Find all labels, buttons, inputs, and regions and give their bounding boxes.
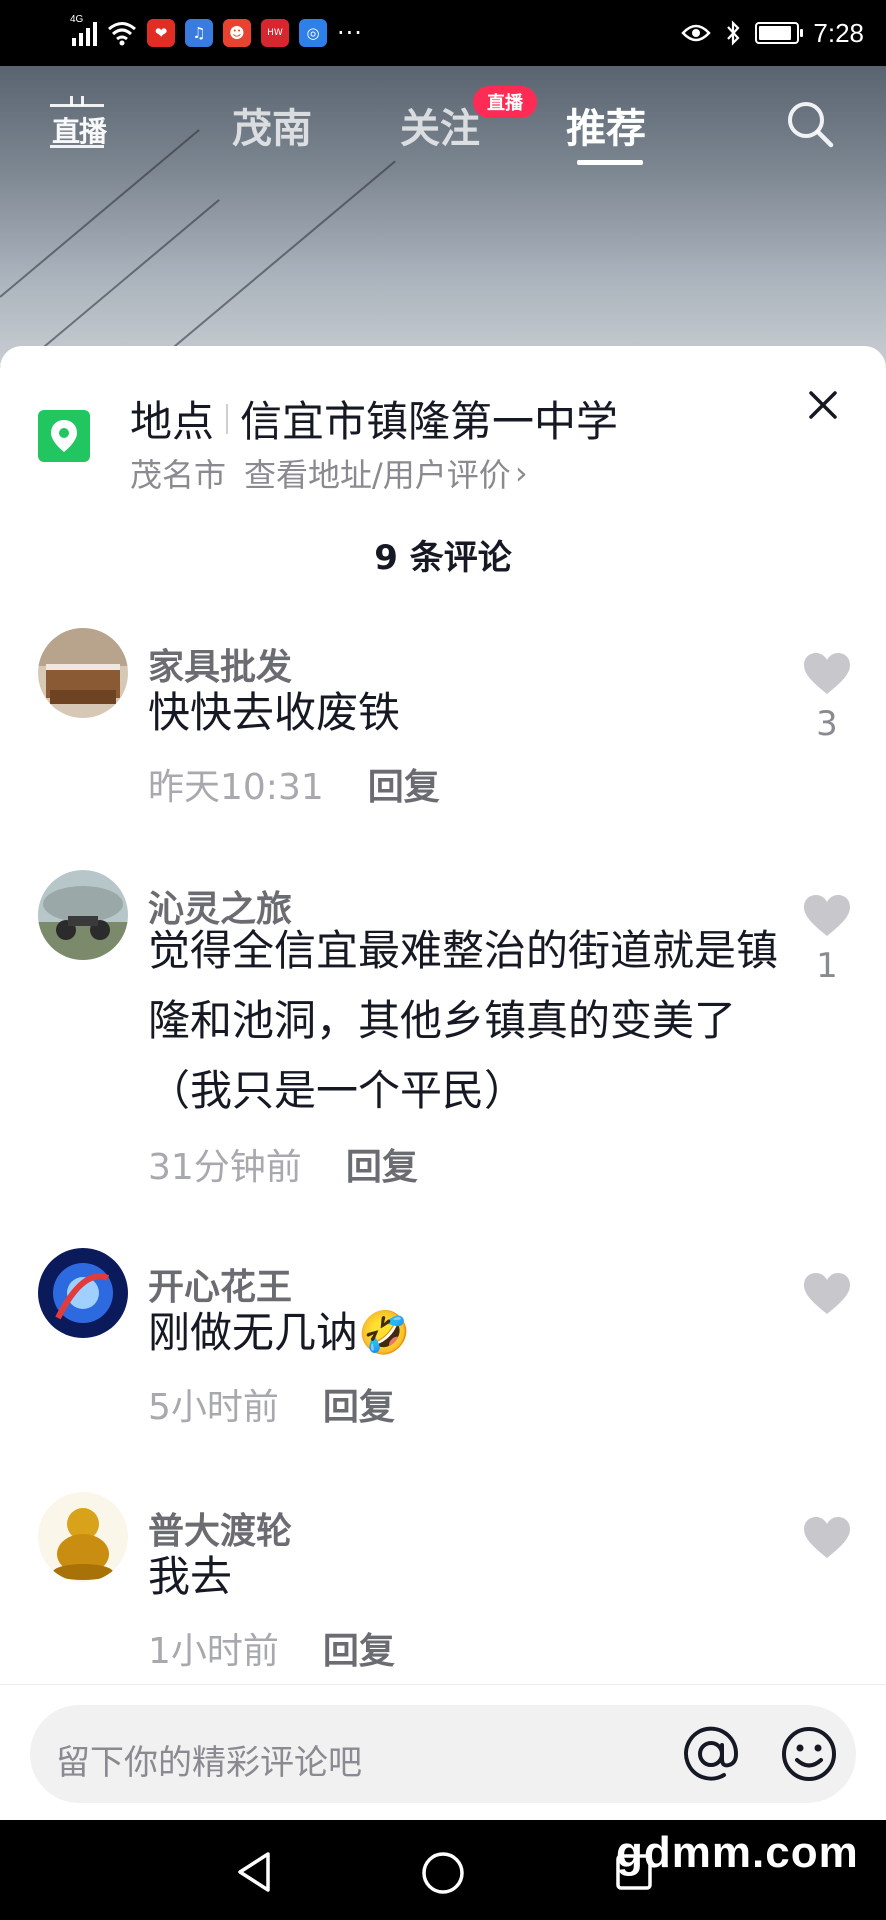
status-bar: 4G ❤ ♫ ☻ HW ◎ ··· 7:28: [0, 0, 886, 66]
watermark: gdmm.com: [616, 1828, 859, 1877]
comment-item: 普大渡轮 我去 1小时前 回复: [0, 1492, 886, 1712]
reply-button[interactable]: 回复: [346, 1138, 418, 1190]
location-city: 茂名市: [130, 456, 227, 494]
reply-button[interactable]: 回复: [323, 1622, 395, 1674]
pinduoduo-app-icon: ❤: [147, 19, 175, 47]
wifi-icon: [108, 22, 136, 46]
status-right: 7:28: [681, 14, 864, 52]
location-divider: [226, 403, 229, 434]
comment-text: 刚做无几讷🤣: [148, 1298, 788, 1368]
active-tab-indicator: [577, 160, 643, 165]
comment-time: 5小时前: [148, 1387, 279, 1428]
live-tv-button[interactable]: 直播: [48, 96, 107, 152]
music-app-icon: ♫: [185, 19, 213, 47]
comment-text: 觉得全信宜最难整治的街道就是镇隆和池洞，其他乡镇真的变美了（我只是一个平民）: [148, 926, 779, 1115]
mention-icon[interactable]: [680, 1723, 742, 1785]
eye-icon: [681, 24, 712, 42]
like-count: 3: [816, 704, 838, 744]
comment-text-content: 刚做无几讷: [148, 1308, 359, 1357]
avatar[interactable]: [38, 628, 128, 718]
signal-icon: 4G: [70, 14, 97, 46]
location-prefix: 地点: [130, 397, 215, 446]
comment-input-bar: 留下你的精彩评论吧: [0, 1684, 886, 1820]
heart-icon[interactable]: [802, 652, 852, 696]
heart-icon[interactable]: [802, 1272, 852, 1316]
comment-meta: 昨天10:31 回复: [148, 758, 440, 810]
comment-meta: 5小时前 回复: [148, 1378, 395, 1430]
heart-icon[interactable]: [802, 894, 852, 938]
back-icon[interactable]: [234, 1850, 274, 1894]
tab-maonan[interactable]: 茂南: [232, 96, 312, 154]
top-navigation: 直播 茂南 关注 直播 推荐: [0, 66, 886, 176]
comment-text: 快快去收废铁: [148, 688, 401, 737]
comment-time: 31分钟前: [148, 1147, 302, 1188]
heart-icon[interactable]: [802, 1516, 852, 1560]
search-icon[interactable]: [784, 98, 836, 150]
more-notifications: ···: [337, 19, 363, 47]
status-left: 4G ❤ ♫ ☻ HW ◎ ···: [70, 14, 363, 52]
close-icon[interactable]: [806, 388, 840, 422]
bluetooth-icon: [727, 20, 740, 46]
emoji-icon[interactable]: [778, 1723, 840, 1785]
huawei-app-icon: HW: [261, 19, 289, 47]
location-link[interactable]: 查看地址/用户评价: [244, 450, 511, 496]
avatar[interactable]: [38, 1492, 128, 1582]
rofl-emoji: 🤣: [358, 1308, 411, 1357]
comment-count: 9 条评论: [374, 538, 512, 578]
tab-recommended[interactable]: 推荐: [566, 96, 646, 154]
comment-time: 1小时前: [148, 1631, 279, 1672]
clock: 7:28: [813, 17, 864, 48]
comment-meta: 31分钟前 回复: [148, 1138, 418, 1190]
comment-item: 家具批发 快快去收废铁 昨天10:31 回复 3: [0, 628, 886, 858]
battery-icon: [755, 22, 804, 44]
live-badge: 直播: [473, 86, 537, 118]
location-subtitle[interactable]: 茂名市 查看地址/用户评价 ›: [130, 450, 528, 496]
location-title[interactable]: 地点 信宜市镇隆第一中学: [130, 388, 618, 449]
tab-following[interactable]: 关注: [400, 96, 480, 154]
comment-item: 沁灵之旅 觉得全信宜最难整治的街道就是镇隆和池洞，其他乡镇真的变美了（我只是一个…: [0, 870, 886, 1230]
comment-input[interactable]: 留下你的精彩评论吧: [30, 1705, 856, 1803]
location-pin-icon: [38, 410, 90, 462]
avatar[interactable]: [38, 870, 128, 960]
like-count: 1: [816, 946, 838, 986]
comment-meta: 1小时前 回复: [148, 1622, 395, 1674]
avatar[interactable]: [38, 1248, 128, 1338]
news-app-icon: ☻: [223, 19, 251, 47]
network-type: 4G: [70, 14, 84, 25]
comment-input-placeholder: 留下你的精彩评论吧: [56, 1743, 362, 1783]
location-name: 信宜市镇隆第一中学: [240, 397, 619, 446]
reply-button[interactable]: 回复: [368, 758, 440, 810]
comment-sheet: 地点 信宜市镇隆第一中学 茂名市 查看地址/用户评价 › 9 条评论 家具批发 …: [0, 346, 886, 1820]
reply-button[interactable]: 回复: [323, 1378, 395, 1430]
browser-app-icon: ◎: [299, 19, 327, 47]
home-icon[interactable]: [420, 1850, 466, 1896]
chevron-right-icon: ›: [514, 454, 528, 492]
live-label: 直播: [52, 115, 107, 148]
comment-time: 昨天10:31: [148, 767, 324, 808]
comment-text: 我去: [148, 1552, 233, 1601]
comment-item: 开心花王 刚做无几讷🤣 5小时前 回复: [0, 1248, 886, 1468]
